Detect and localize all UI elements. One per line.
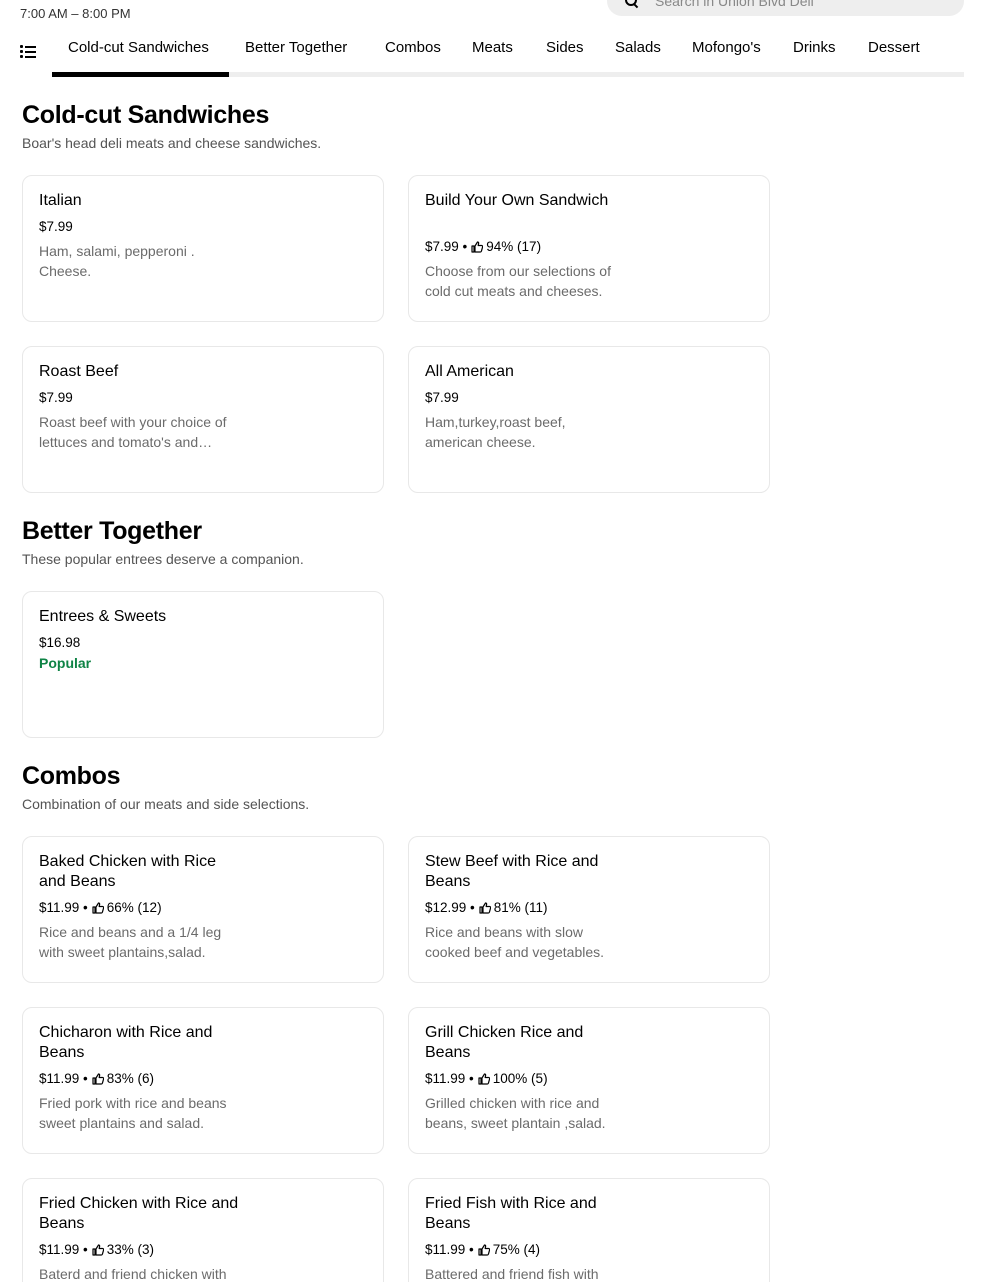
item-rating: 75% (4) — [492, 1242, 541, 1257]
tab-salads[interactable]: Salads — [615, 39, 661, 56]
item-price-row: $7.99 — [39, 390, 73, 405]
item-price: $11.99 — [39, 1242, 80, 1257]
item-price: $7.99 — [425, 239, 459, 254]
item-name: Build Your Own Sandwich — [425, 192, 609, 209]
menu-item-card-roast-beef[interactable]: Roast Beef $7.99 Roast beef with your ch… — [22, 346, 384, 493]
item-price-row: $7.99 • 94% (17) — [425, 239, 541, 254]
tab-cold-cut-sandwiches[interactable]: Cold-cut Sandwiches — [68, 39, 209, 56]
thumbs-up-icon — [92, 1072, 104, 1085]
item-description: Choose from our selections of cold cut m… — [425, 263, 611, 299]
item-price: $12.99 — [425, 900, 467, 915]
meta-separator: • — [458, 239, 468, 254]
item-rating: 83% (6) — [106, 1071, 155, 1086]
item-name: Fried Fish with Rice and Beans — [425, 1195, 597, 1232]
item-rating: 33% (3) — [106, 1242, 155, 1257]
meta-separator: • — [465, 1071, 474, 1086]
item-price-row: $11.99 • 33% (3) — [39, 1242, 154, 1257]
popular-badge: Popular — [39, 655, 92, 671]
menu-item-card-italian[interactable]: Italian $7.99 Ham, salami, pepperoni . C… — [22, 175, 384, 322]
thumbs-up-icon — [478, 1072, 490, 1085]
menu-item-card-grill-chicken[interactable]: Grill Chicken Rice and Beans $11.99 • 10… — [408, 1007, 770, 1154]
item-description: Battered and friend fish with rice and b… — [425, 1266, 599, 1282]
category-nav: Cold-cut Sandwiches Better Together Comb… — [0, 30, 964, 77]
item-rating: 94% (17) — [486, 239, 542, 254]
tab-sides[interactable]: Sides — [546, 39, 584, 56]
item-name: Entrees & Sweets — [39, 608, 167, 625]
item-price-row: $11.99 • 100% (5) — [425, 1071, 548, 1086]
section-subtitle: These popular entrees deserve a companio… — [22, 551, 304, 567]
meta-separator: • — [79, 1242, 88, 1257]
item-name: Stew Beef with Rice and Beans — [425, 853, 599, 890]
menu-list-icon[interactable] — [20, 44, 36, 58]
item-rating: 100% (5) — [492, 1071, 548, 1086]
item-price: $16.98 — [39, 635, 81, 650]
item-name: Italian — [39, 192, 82, 209]
item-price: $11.99 — [39, 900, 80, 915]
item-description: Grilled chicken with rice and beans, swe… — [425, 1095, 606, 1131]
section-title-cold-cut-sandwiches: Cold-cut Sandwiches — [22, 101, 270, 129]
tab-mofongos[interactable]: Mofongo's — [692, 39, 761, 56]
item-name: Fried Chicken with Rice and Beans — [39, 1195, 239, 1232]
item-description: Ham, salami, pepperoni . Cheese. — [39, 243, 195, 279]
item-price-row: $11.99 • 75% (4) — [425, 1242, 540, 1257]
meta-separator: • — [465, 1242, 474, 1257]
tab-dessert[interactable]: Dessert — [868, 39, 920, 56]
search-icon — [625, 0, 639, 8]
meta-separator: • — [466, 900, 475, 915]
item-price-row: $12.99 • 81% (11) — [425, 900, 548, 915]
search-input[interactable] — [655, 0, 935, 9]
section-subtitle: Boar's head deli meats and cheese sandwi… — [22, 135, 322, 151]
thumbs-up-icon — [478, 1243, 490, 1256]
item-price-row: $7.99 — [39, 219, 73, 234]
item-price: $7.99 — [39, 219, 73, 234]
search-bar[interactable] — [607, 0, 964, 16]
item-price-row: $7.99 — [425, 390, 459, 405]
item-rating: 66% (12) — [106, 900, 162, 915]
meta-separator: • — [79, 1071, 88, 1086]
item-name: Baked Chicken with Rice and Beans — [39, 853, 216, 890]
menu-item-card-build-your-own-sandwich[interactable]: Build Your Own Sandwich $7.99 • 94% (17)… — [408, 175, 770, 322]
item-price-row: $11.99 • 66% (12) — [39, 900, 162, 915]
menu-item-card-fried-chicken[interactable]: Fried Chicken with Rice and Beans $11.99… — [22, 1178, 384, 1282]
item-price-row: $11.99 • 83% (6) — [39, 1071, 154, 1086]
item-description: Rice and beans and a 1/4 leg with sweet … — [39, 924, 222, 960]
item-description: Roast beef with your choice of lettuces … — [39, 414, 227, 450]
item-price: $11.99 — [425, 1071, 466, 1086]
item-name: Chicharon with Rice and Beans — [39, 1024, 213, 1061]
item-description: Ham,turkey,roast beef, american cheese. — [425, 414, 566, 450]
tab-drinks[interactable]: Drinks — [793, 39, 836, 56]
tab-better-together[interactable]: Better Together — [245, 39, 347, 56]
menu-item-card-baked-chicken[interactable]: Baked Chicken with Rice and Beans $11.99… — [22, 836, 384, 983]
thumbs-up-icon — [471, 240, 484, 253]
section-title-combos: Combos — [22, 762, 121, 790]
item-price: $11.99 — [425, 1242, 466, 1257]
item-description: Baterd and friend chicken with rice and … — [39, 1266, 227, 1282]
menu-item-card-stew-beef[interactable]: Stew Beef with Rice and Beans $12.99 • 8… — [408, 836, 770, 983]
item-name: Grill Chicken Rice and Beans — [425, 1024, 584, 1061]
menu-item-card-entrees-and-sweets[interactable]: Entrees & Sweets $16.98 Popular — [22, 591, 384, 738]
active-tab-indicator — [52, 72, 229, 77]
tab-combos[interactable]: Combos — [385, 39, 441, 56]
item-name: Roast Beef — [39, 363, 119, 380]
thumbs-up-icon — [92, 1243, 104, 1256]
item-name: All American — [425, 363, 514, 380]
item-description: Fried pork with rice and beans sweet pla… — [39, 1095, 227, 1131]
item-price: $7.99 — [39, 390, 73, 405]
store-hours: 7:00 AM – 8:00 PM — [20, 6, 131, 21]
item-rating: 81% (11) — [493, 900, 548, 915]
section-subtitle: Combination of our meats and side select… — [22, 796, 310, 812]
menu-item-card-chicharon[interactable]: Chicharon with Rice and Beans $11.99 • 8… — [22, 1007, 384, 1154]
section-title-better-together: Better Together — [22, 517, 202, 545]
menu-item-card-all-american[interactable]: All American $7.99 Ham,turkey,roast beef… — [408, 346, 770, 493]
thumbs-up-icon — [92, 901, 104, 914]
item-price: $7.99 — [425, 390, 459, 405]
menu-item-card-fried-fish[interactable]: Fried Fish with Rice and Beans $11.99 • … — [408, 1178, 770, 1282]
item-price-row: $16.98 — [39, 635, 80, 650]
thumbs-up-icon — [479, 901, 491, 914]
meta-separator: • — [79, 900, 88, 915]
item-price: $11.99 — [39, 1071, 80, 1086]
item-description: Rice and beans with slow cooked beef and… — [425, 924, 605, 960]
tab-meats[interactable]: Meats — [472, 39, 513, 56]
